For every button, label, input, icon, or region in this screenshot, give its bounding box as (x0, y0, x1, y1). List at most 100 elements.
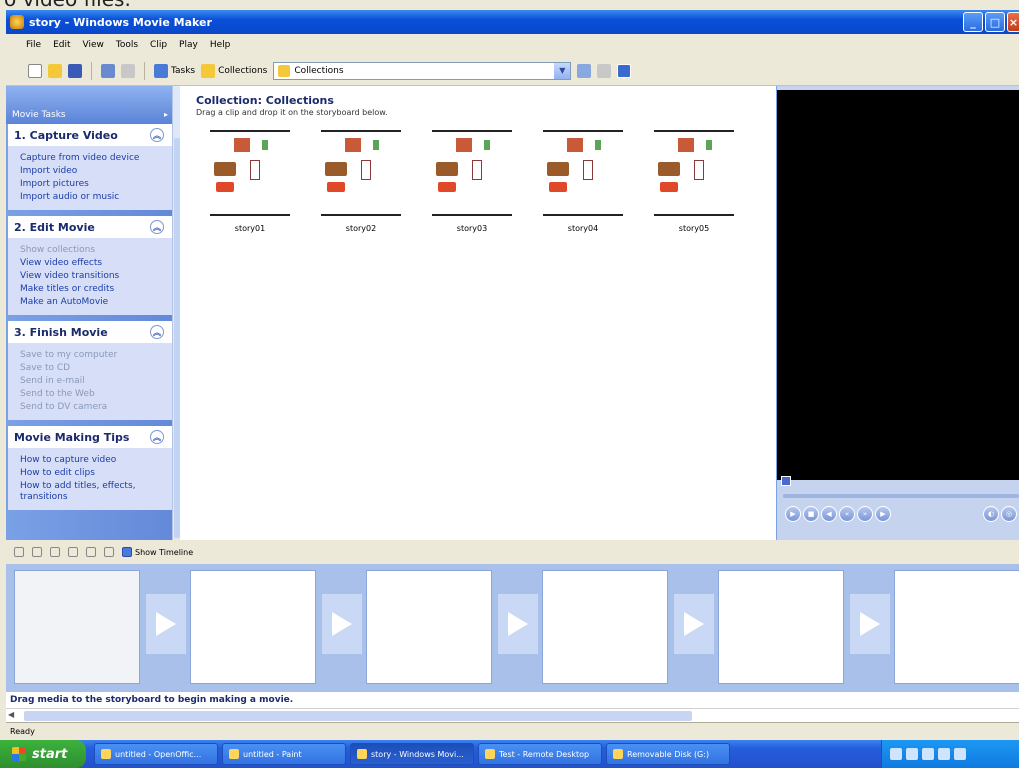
transition-slot[interactable] (322, 594, 362, 654)
set-audio-levels-icon[interactable] (14, 547, 24, 557)
zoom-in-icon[interactable] (50, 547, 60, 557)
clip-item[interactable]: story05 (654, 130, 734, 233)
stop-icon[interactable]: ■ (803, 506, 819, 522)
clip-thumbnail (432, 130, 512, 216)
next-frame-icon[interactable]: ▶ (875, 506, 891, 522)
tip-edit-clips[interactable]: How to edit clips (8, 467, 172, 480)
collapse-icon[interactable]: ︽ (150, 128, 164, 142)
task-send-email: Send in e-mail (20, 376, 85, 386)
start-label: start (32, 746, 68, 762)
close-button[interactable]: × (1007, 12, 1019, 32)
taskbar-item-openoffice[interactable]: untitled - OpenOffic... (94, 743, 218, 765)
task-view-video-effects[interactable]: View video effects (8, 257, 172, 270)
task-pane-header: Movie Tasks ▸ (6, 86, 178, 124)
taskbar-item-paint[interactable]: untitled - Paint (222, 743, 346, 765)
tray-icon[interactable] (890, 748, 902, 760)
scroll-left-icon[interactable]: ◀ (8, 710, 14, 719)
play-storyboard-icon[interactable] (104, 547, 114, 557)
collection-dropdown[interactable]: Collections ▼ (273, 61, 572, 80)
collapse-icon[interactable]: ︽ (150, 220, 164, 234)
storyboard-frame[interactable] (14, 570, 140, 684)
taskbar-item-movie-maker[interactable]: story - Windows Movi... (350, 743, 474, 765)
task-capture-from-device[interactable]: Capture from video device (8, 152, 172, 165)
views-icon[interactable] (617, 63, 632, 78)
storyboard-frame[interactable] (366, 570, 492, 684)
clip-item[interactable]: story03 (432, 130, 512, 233)
show-timeline-button[interactable]: Show Timeline (122, 547, 193, 557)
new-collection-icon[interactable] (597, 63, 612, 78)
storyboard-frame[interactable] (190, 570, 316, 684)
tray-icon[interactable] (922, 748, 934, 760)
zoom-out-icon[interactable] (68, 547, 78, 557)
previous-frame-icon[interactable]: ◀ (821, 506, 837, 522)
transition-slot[interactable] (498, 594, 538, 654)
transition-slot[interactable] (674, 594, 714, 654)
storyboard-frame[interactable] (894, 570, 1019, 684)
tray-icon[interactable] (938, 748, 950, 760)
taskbar-item-remote-desktop[interactable]: Test - Remote Desktop (478, 743, 602, 765)
open-project-icon[interactable] (48, 63, 62, 78)
start-button[interactable]: start (0, 740, 86, 768)
group-header[interactable]: 2. Edit Movie ︽ (8, 216, 172, 238)
removable-disk-icon (613, 749, 623, 759)
taskbar-item-removable-disk[interactable]: Removable Disk (G:) (606, 743, 730, 765)
group-header[interactable]: Movie Making Tips ︽ (8, 426, 172, 448)
menu-play[interactable]: Play (179, 40, 198, 50)
save-project-icon[interactable] (68, 63, 82, 78)
narrate-timeline-icon[interactable] (32, 547, 42, 557)
fast-forward-icon[interactable]: » (857, 506, 873, 522)
menu-help[interactable]: Help (210, 40, 231, 50)
transition-slot[interactable] (850, 594, 890, 654)
group-header[interactable]: 3. Finish Movie ︽ (8, 321, 172, 343)
collections-button[interactable]: Collections (201, 63, 267, 78)
scrollbar-thumb[interactable] (24, 711, 692, 721)
seek-bar[interactable] (783, 494, 1019, 498)
playback-controls: ▶ ■ ◀ « » ▶ (785, 506, 891, 522)
tasks-label: Tasks (171, 65, 196, 76)
menu-clip[interactable]: Clip (150, 40, 167, 50)
task-pane-scrollbar[interactable] (172, 86, 180, 540)
menu-view[interactable]: View (83, 40, 104, 50)
menu-edit[interactable]: Edit (53, 40, 70, 50)
storyboard-frame[interactable] (718, 570, 844, 684)
tasks-button[interactable]: Tasks (154, 63, 196, 78)
take-picture-icon[interactable]: ◎ (1001, 506, 1017, 522)
openoffice-icon (101, 749, 111, 759)
task-import-audio[interactable]: Import audio or music (8, 191, 172, 204)
tray-icon[interactable] (906, 748, 918, 760)
task-make-automovie[interactable]: Make an AutoMovie (8, 296, 172, 309)
task-import-pictures[interactable]: Import pictures (8, 178, 172, 191)
rewind-icon[interactable]: « (839, 506, 855, 522)
redo-icon[interactable] (121, 63, 135, 78)
undo-icon[interactable] (101, 63, 115, 78)
menu-file[interactable]: File (26, 40, 41, 50)
task-import-video[interactable]: Import video (8, 165, 172, 178)
clip-item[interactable]: story01 (210, 130, 290, 233)
maximize-button[interactable]: □ (985, 12, 1005, 32)
split-clip-icon[interactable]: ◐ (983, 506, 999, 522)
clip-item[interactable]: story04 (543, 130, 623, 233)
collections-folder-icon (201, 63, 216, 78)
storyboard-frame[interactable] (542, 570, 668, 684)
minimize-button[interactable]: _ (963, 12, 983, 32)
up-one-level-icon[interactable] (577, 63, 592, 78)
title-bar[interactable]: story - Windows Movie Maker _ □ × (6, 10, 1019, 34)
tip-add-titles[interactable]: How to add titles, effects, transitions (8, 480, 172, 504)
group-header[interactable]: 1. Capture Video ︽ (8, 124, 172, 146)
transition-slot[interactable] (146, 594, 186, 654)
chevron-down-icon[interactable]: ▼ (554, 62, 571, 79)
task-make-titles[interactable]: Make titles or credits (8, 283, 172, 296)
collapse-icon[interactable]: ︽ (150, 430, 164, 444)
clip-item[interactable]: story02 (321, 130, 401, 233)
tip-capture-video[interactable]: How to capture video (8, 454, 172, 467)
tray-icon[interactable] (954, 748, 966, 760)
monitor-status-icon (781, 476, 791, 486)
storyboard (6, 564, 1019, 692)
task-view-video-transitions[interactable]: View video transitions (8, 270, 172, 283)
new-project-icon[interactable] (28, 63, 42, 78)
storyboard-scrollbar[interactable]: ◀ (6, 708, 1019, 722)
collapse-icon[interactable]: ︽ (150, 325, 164, 339)
play-icon[interactable]: ▶ (785, 506, 801, 522)
rewind-storyboard-icon[interactable] (86, 547, 96, 557)
menu-tools[interactable]: Tools (116, 40, 138, 50)
